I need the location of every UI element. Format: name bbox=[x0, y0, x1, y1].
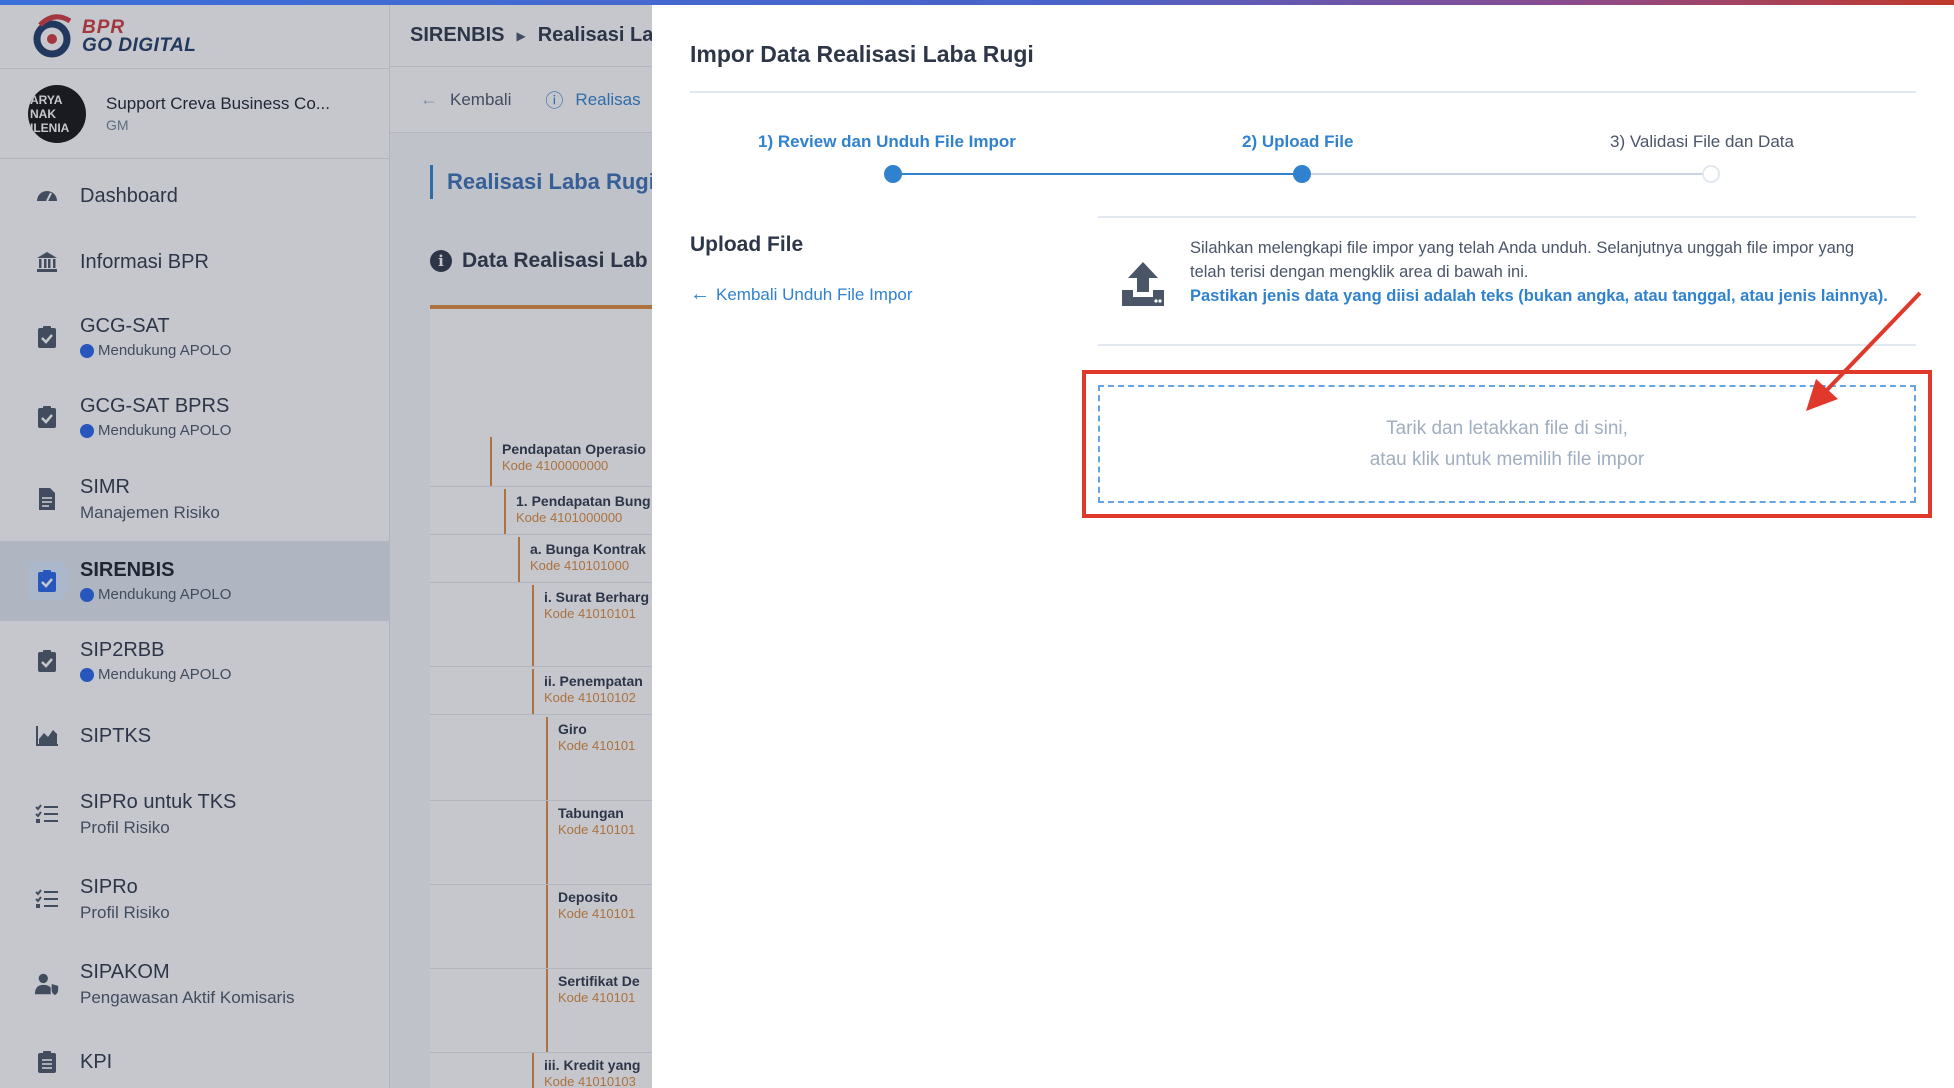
step-pending-line bbox=[1304, 173, 1712, 175]
annotation-arrow-icon bbox=[1806, 291, 1922, 411]
import-modal: Impor Data Realisasi Laba Rugi 1) Review… bbox=[652, 5, 1954, 1088]
instruction-text: Silahkan melengkapi file impor yang tela… bbox=[1190, 239, 1855, 281]
upload-tray-icon bbox=[1120, 260, 1166, 308]
step-1-dot[interactable] bbox=[884, 165, 902, 183]
arrow-left-icon: ← bbox=[690, 283, 710, 305]
step-2-label: 2) Upload File bbox=[1242, 132, 1354, 151]
top-accent-line bbox=[0, 0, 1954, 5]
dropzone-text-line1: Tarik dan letakkan file di sini, bbox=[1386, 418, 1628, 439]
modal-backdrop[interactable] bbox=[0, 0, 652, 1088]
back-link-label: Kembali Unduh File Impor bbox=[716, 284, 913, 304]
step-3-dot bbox=[1702, 165, 1720, 183]
step-progress-line bbox=[894, 173, 1304, 175]
modal-title: Impor Data Realisasi Laba Rugi bbox=[690, 41, 1034, 67]
step-2-dot bbox=[1293, 165, 1311, 183]
step-1-label[interactable]: 1) Review dan Unduh File Impor bbox=[758, 132, 1016, 152]
back-to-download-link[interactable]: ← Kembali Unduh File Impor bbox=[690, 283, 913, 306]
upload-heading: Upload File bbox=[690, 233, 804, 256]
dropzone-text-line2: atau klik untuk memilih file impor bbox=[1369, 449, 1645, 470]
divider bbox=[690, 91, 1916, 93]
step-3-label: 3) Validasi File dan Data bbox=[1610, 132, 1794, 151]
